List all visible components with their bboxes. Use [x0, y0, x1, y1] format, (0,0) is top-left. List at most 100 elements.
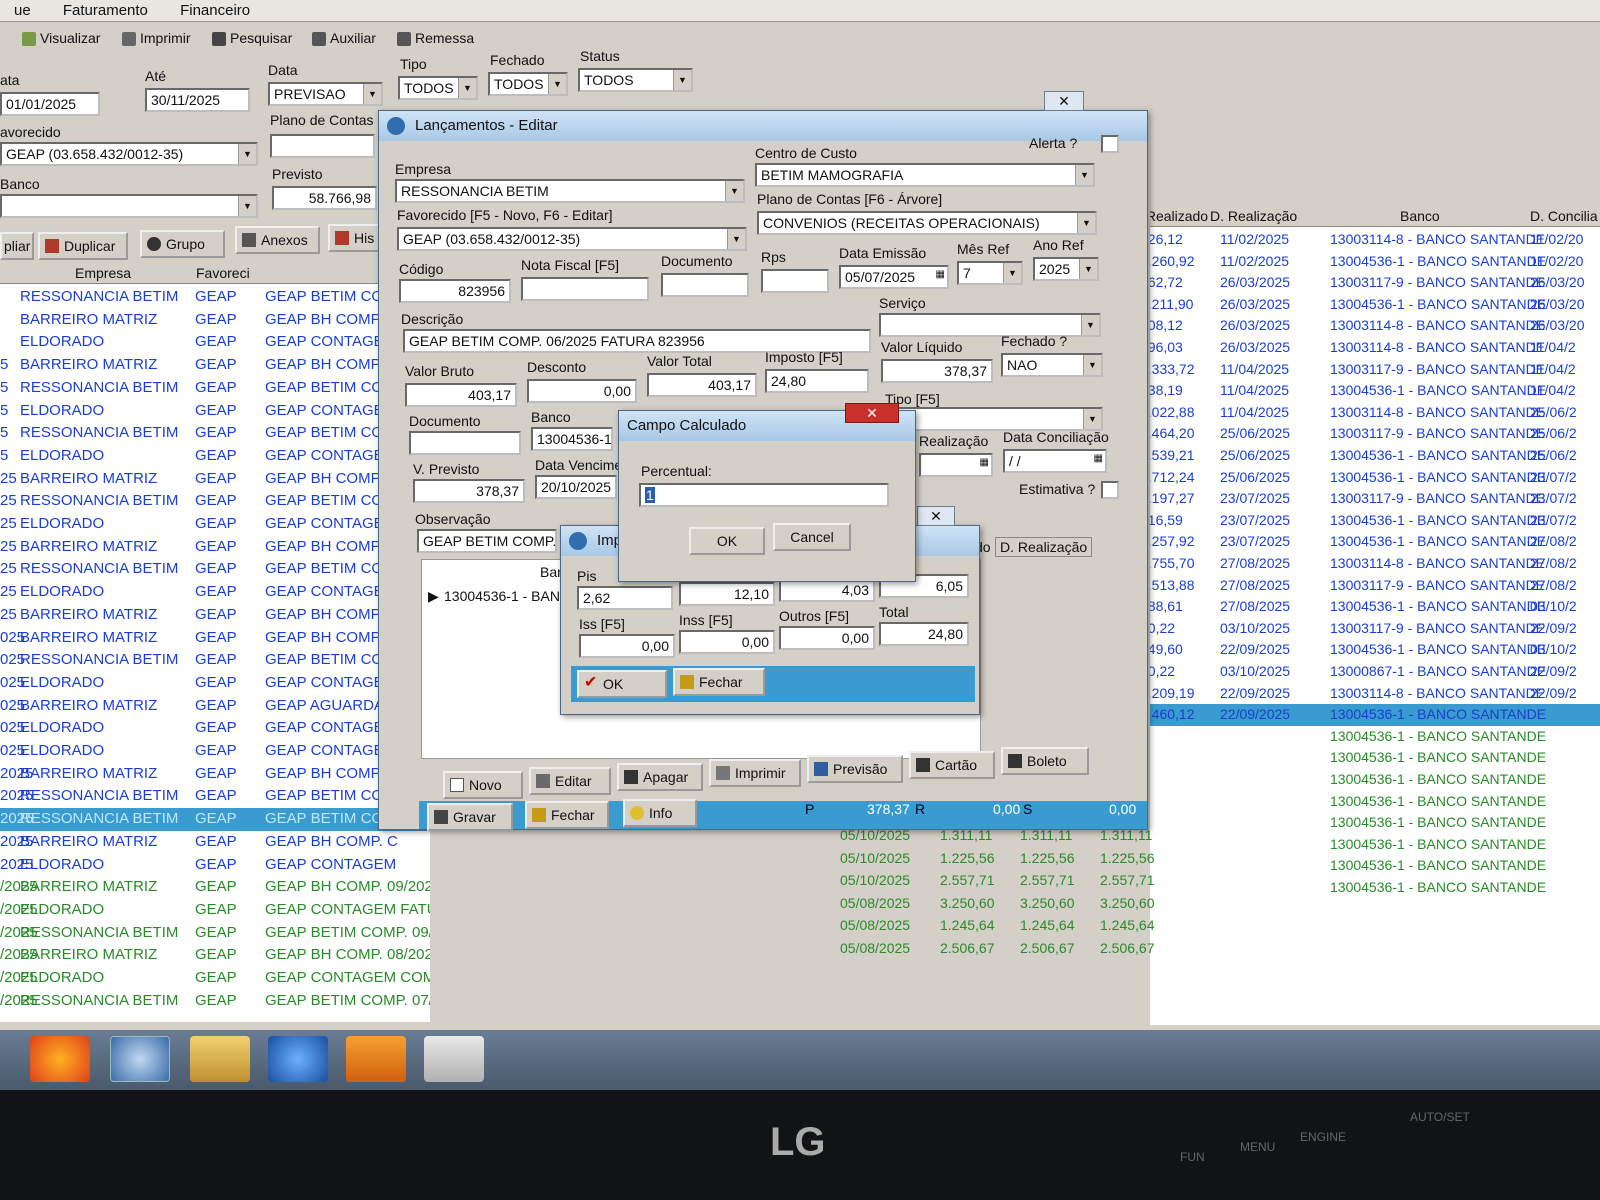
plano-contas-field[interactable] — [270, 134, 375, 158]
table-row[interactable]: 2025 RESSONANCIA BETIM GEAP GEAP BETIM COM — [0, 785, 430, 808]
thunderbird-icon[interactable] — [268, 1036, 328, 1082]
data-conciliacao-field[interactable]: / / ▦ — [1003, 449, 1107, 473]
table-row[interactable]: 05/08/2025 2.506,67 2.506,67 2.506,67 — [300, 938, 1160, 960]
table-row[interactable]: ELDORADO GEAP GEAP CONTAGEM — [0, 331, 430, 354]
novo-button[interactable]: Novo — [443, 771, 523, 799]
data-vencimento-field[interactable]: 20/10/2025 — [535, 475, 617, 499]
duplicar-button[interactable]: Duplicar — [38, 232, 128, 260]
documento2-field[interactable] — [409, 431, 521, 455]
observacao-field[interactable]: GEAP BETIM COMP. — [417, 529, 557, 553]
table-row[interactable]: 3.513,88 27/08/2025 13003117-9 - BANCO SAN… — [1150, 575, 1600, 597]
table-row[interactable]: 1.755,70 27/08/2025 13003114-8 - BANCO SAN… — [1150, 553, 1600, 575]
table-row[interactable]: 749,60 22/09/2025 13004536-1 - BANCO SANTA… — [1150, 639, 1600, 661]
tipo-select[interactable]: ▼ — [885, 407, 1103, 431]
table-row[interactable]: 496,03 26/03/2025 13003114-8 - BANCO SANTA… — [1150, 337, 1600, 359]
table-row[interactable]: 3.211,90 26/03/2025 13004536-1 - BANCO SAN… — [1150, 294, 1600, 316]
table-row[interactable]: 025 BARREIRO MATRIZ GEAP GEAP AGUARDAN — [0, 695, 430, 718]
internet-explorer-icon[interactable] — [110, 1036, 170, 1082]
table-row[interactable]: 25 ELDORADO GEAP GEAP CONTAGEM — [0, 513, 430, 536]
col-banco[interactable]: Banco — [1400, 208, 1440, 224]
table-row[interactable]: 5 RESSONANCIA BETIM GEAP GEAP BETIM COM — [0, 422, 430, 445]
table-row[interactable]: 25 ELDORADO GEAP GEAP CONTAGEM — [0, 581, 430, 604]
dialog-ok-button[interactable]: OK — [689, 527, 765, 555]
table-row[interactable]: 5 ELDORADO GEAP GEAP CONTAGEM — [0, 445, 430, 468]
table-row[interactable]: 25 RESSONANCIA BETIM GEAP GEAP BETIM COM — [0, 490, 430, 513]
table-row[interactable]: 13004536-1 - BANCO SANTANDE — [1150, 877, 1600, 899]
servico-select[interactable]: ▼ — [879, 313, 1101, 337]
status-select[interactable]: TODOS ▼ — [578, 68, 693, 92]
table-row[interactable]: 1.539,21 25/06/2025 13004536-1 - BANCO SAN… — [1150, 445, 1600, 467]
impostos-ok-button[interactable]: ✔ OK — [577, 670, 667, 698]
menu-item-financeiro[interactable]: Financeiro — [166, 0, 264, 21]
rps-field[interactable] — [761, 269, 829, 293]
table-row[interactable]: 25 BARREIRO MATRIZ GEAP GEAP BH COMP. 0 — [0, 604, 430, 627]
table-row[interactable]: 3.260,92 11/02/2025 13004536-1 - BANCO SAN… — [1150, 251, 1600, 273]
mes-ref-select[interactable]: 7 ▼ — [957, 261, 1023, 285]
table-row[interactable]: 316,59 23/07/2025 13004536-1 - BANCO SANTA… — [1150, 510, 1600, 532]
table-row[interactable]: 40,22 03/10/2025 13000867-1 - BANCO SANTAN… — [1150, 661, 1600, 683]
imposto-field[interactable]: 24,80 — [765, 369, 869, 393]
table-row[interactable]: 13004536-1 - BANCO SANTANDE — [1150, 726, 1600, 748]
document-app-icon[interactable] — [424, 1036, 484, 1082]
table-row[interactable]: 108,12 26/03/2025 13003114-8 - BANCO SANTA… — [1150, 315, 1600, 337]
boleto-button[interactable]: Boleto — [1001, 747, 1089, 775]
col-favorecido[interactable]: Favoreci — [196, 265, 250, 281]
media-player-icon[interactable] — [346, 1036, 406, 1082]
banco-field[interactable]: 13004536-1 — [531, 427, 613, 451]
editar-button[interactable]: Editar — [529, 767, 611, 795]
table-row[interactable]: 05/08/2025 3.250,60 3.250,60 3.250,60 — [300, 893, 1160, 915]
table-row[interactable]: 1.464,20 25/06/2025 13003117-9 - BANCO SAN… — [1150, 423, 1600, 445]
monitor-engine-button[interactable]: ENGINE — [1300, 1130, 1346, 1144]
table-row[interactable]: /2025ELDORADOGEAPGEAP CONTAGEM COMP. 07/… — [0, 967, 430, 990]
table-row[interactable]: 25 BARREIRO MATRIZ GEAP GEAP BH COMP. C — [0, 468, 430, 491]
favorecido-select[interactable]: GEAP (03.658.432/0012-35) ▼ — [397, 227, 747, 251]
codigo-field[interactable]: 823956 — [399, 279, 511, 303]
calendar-icon[interactable]: ▦ — [936, 269, 945, 280]
close-icon[interactable]: ✕ — [917, 506, 955, 526]
table-row[interactable]: 13004536-1 - BANCO SANTANDE — [1150, 769, 1600, 791]
cartao-button[interactable]: Cartão — [909, 751, 995, 779]
table-row[interactable]: 5 RESSONANCIA BETIM GEAP GEAP BETIM COM — [0, 377, 430, 400]
table-row[interactable]: 25 BARREIRO MATRIZ GEAP GEAP BH COMP. C — [0, 536, 430, 559]
firefox-icon[interactable] — [30, 1036, 90, 1082]
estimativa-checkbox[interactable] — [1101, 481, 1119, 499]
table-row[interactable]: 2.257,92 23/07/2025 13004536-1 - BANCO SAN… — [1150, 531, 1600, 553]
table-row[interactable]: 05/10/2025 1.225,56 1.225,56 1.225,56 — [300, 848, 1160, 870]
table-row[interactable]: 13004536-1 - BANCO SANTANDE — [1150, 812, 1600, 834]
table-row[interactable]: 1.022,88 11/04/2025 13003114-8 - BANCO SAN… — [1150, 402, 1600, 424]
table-row[interactable]: 025 RESSONANCIA BETIM GEAP GEAP BETIM COM — [0, 649, 430, 672]
table-row[interactable]: 13004536-1 - BANCO SANTANDE — [1150, 855, 1600, 877]
historico-button[interactable]: His — [328, 224, 380, 252]
data-emissao-field[interactable]: 05/07/2025 ▦ — [839, 265, 949, 289]
pis-field[interactable]: 2,62 — [577, 586, 673, 610]
table-row[interactable]: 2025 BARREIRO MATRIZ GEAP GEAP BH COMP. 0 — [0, 763, 430, 786]
menu-item[interactable]: ue — [0, 0, 45, 21]
folder-icon[interactable] — [190, 1036, 250, 1082]
ano-ref-select[interactable]: 2025 ▼ — [1033, 257, 1099, 281]
table-row[interactable]: 025 ELDORADO GEAP GEAP CONTAGEM — [0, 672, 430, 695]
tipo-select[interactable]: TODOS ▼ — [398, 76, 478, 100]
ampliar-button[interactable]: pliar — [0, 232, 34, 260]
table-row[interactable]: 05/08/2025 1.245,64 1.245,64 1.245,64 — [300, 915, 1160, 937]
monitor-fun-button[interactable]: FUN — [1180, 1150, 1205, 1164]
impostos-fechar-button[interactable]: Fechar — [673, 668, 765, 696]
table-row[interactable]: 025 ELDORADO GEAP GEAP CONTAGEM — [0, 717, 430, 740]
data-end-field[interactable]: 30/11/2025 — [145, 88, 250, 112]
data-type-select[interactable]: PREVISAO ▼ — [268, 82, 383, 106]
banco-select[interactable]: ▼ — [0, 194, 258, 218]
table-row[interactable]: 025 ELDORADO GEAP GEAP CONTAGEM — [0, 740, 430, 763]
table-row[interactable]: 1.333,72 11/04/2025 13003117-9 - BANCO SAN… — [1150, 359, 1600, 381]
alerta-checkbox[interactable] — [1101, 135, 1119, 153]
remessa-button[interactable]: Remessa — [395, 28, 478, 52]
table-row[interactable]: RESSONANCIA BETIM GEAP GEAP BETIM COM — [0, 286, 430, 309]
iss-field[interactable]: 0,00 — [579, 634, 675, 658]
table-row[interactable]: 162,72 26/03/2025 13003117-9 - BANCO SANTA… — [1150, 272, 1600, 294]
desconto-field[interactable]: 0,00 — [527, 379, 637, 403]
documento-field[interactable] — [661, 273, 749, 297]
fechado-select[interactable]: NAO ▼ — [1001, 353, 1103, 377]
table-row[interactable]: 838,19 11/04/2025 13004536-1 - BANCO SANTA… — [1150, 380, 1600, 402]
imprimir-button[interactable]: Imprimir — [120, 28, 195, 52]
table-row[interactable]: 13004536-1 - BANCO SANTANDE — [1150, 747, 1600, 769]
table-row[interactable]: 025 BARREIRO MATRIZ GEAP GEAP BH COMP. 0 — [0, 627, 430, 650]
monitor-menu-button[interactable]: MENU — [1240, 1140, 1275, 1154]
